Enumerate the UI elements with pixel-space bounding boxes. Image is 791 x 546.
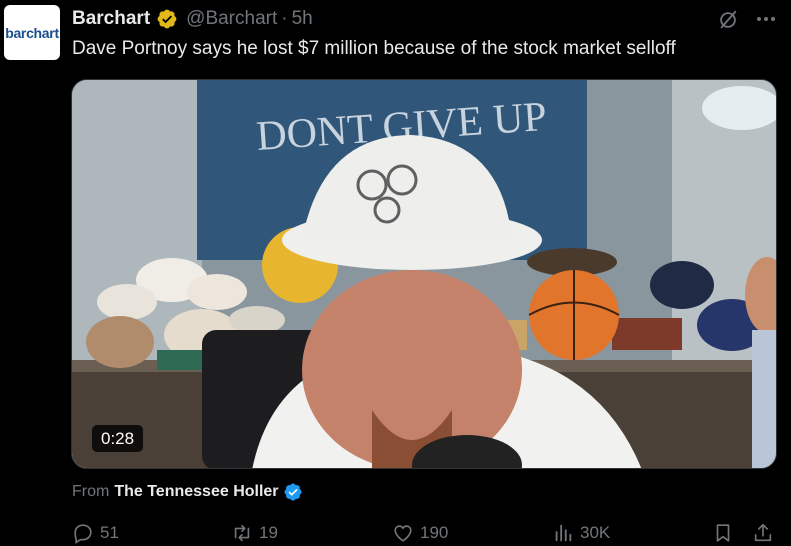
repost-count: 19 [259, 523, 278, 542]
video-player[interactable]: DONT GIVE UP 0:28 [71, 79, 777, 469]
share-button[interactable] [752, 522, 774, 544]
reply-count: 51 [100, 523, 119, 542]
verified-gold-badge-icon[interactable] [156, 8, 178, 30]
more-dots-icon[interactable] [754, 7, 778, 31]
post-time[interactable]: 5h [292, 8, 313, 30]
views-button[interactable]: 30K [552, 522, 610, 544]
source-attribution: From The Tennessee Holler [72, 482, 303, 502]
views-icon [555, 524, 572, 542]
share-icon [754, 523, 772, 542]
avatar[interactable]: barchart [4, 5, 60, 60]
source-prefix: From [72, 483, 110, 500]
views-count: 30K [580, 523, 611, 542]
action-bar: 51 19 190 30K [72, 522, 782, 546]
bookmark-icon [716, 524, 730, 542]
repost-button[interactable]: 19 [231, 522, 278, 544]
meta-separator: · [281, 8, 288, 29]
video-frame: DONT GIVE UP [72, 80, 776, 468]
tweet-header: Barchart @Barchart · 5h [72, 7, 313, 31]
video-duration: 0:28 [92, 425, 144, 452]
like-button[interactable]: 190 [392, 522, 448, 544]
source-account-link[interactable]: The Tennessee Holler [114, 483, 278, 501]
tweet[interactable]: barchart Barchart @Barchart · 5h Dave Po… [0, 0, 791, 546]
avatar-logo-text: barchart [5, 24, 59, 41]
like-count: 190 [420, 523, 449, 542]
reply-button[interactable]: 51 [72, 522, 119, 544]
reply-icon [74, 524, 92, 544]
author-handle[interactable]: @Barchart [186, 8, 277, 30]
tweet-text: Dave Portnoy says he lost $7 million bec… [72, 38, 676, 59]
grok-icon[interactable] [717, 9, 739, 31]
author-name[interactable]: Barchart [72, 8, 150, 30]
bookmark-button[interactable] [712, 522, 734, 544]
verified-blue-badge-icon [283, 483, 302, 501]
heart-icon [394, 525, 412, 542]
repost-icon [234, 524, 250, 542]
